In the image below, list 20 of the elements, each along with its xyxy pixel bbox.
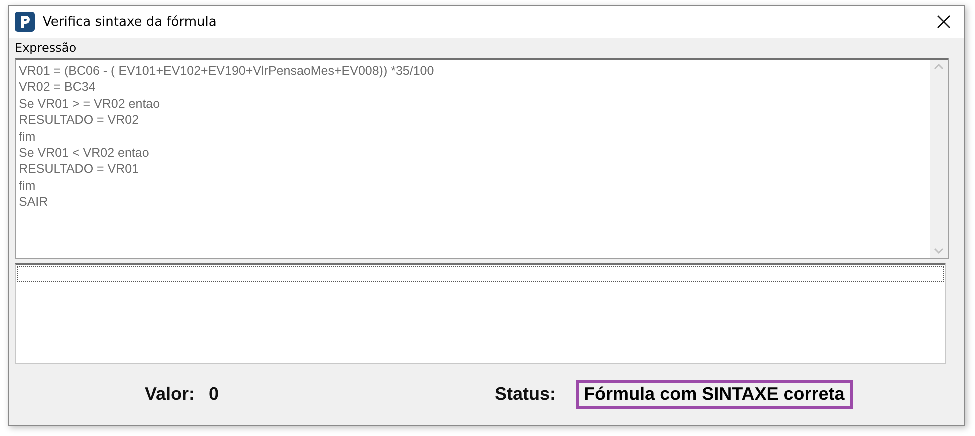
status-text: Fórmula com SINTAXE correta <box>576 380 853 409</box>
code-line: Se VR01 < VR02 entao <box>19 145 150 162</box>
value-text: 0 <box>209 384 220 405</box>
code-line: Se VR01 > = VR02 entao <box>19 96 162 112</box>
window-title: Verifica sintaxe da fórmula <box>43 14 218 30</box>
code-line: VR01 = (BC06 - ( EV101+EV102+EV190+VlrPensaoMes+EV008)) *35/100 <box>19 63 436 80</box>
expression-editor[interactable]: VR01 = (BC06 - ( EV101+EV102+EV190+VlrPensaoMes+EV008)) *35/100 VR02 = BC34 Se VR01 > = VR02 entao RESULTADO = VR02 fim Se VR01 < VR02 entao RESULTADO = VR01 fim SAIR <box>15 58 949 259</box>
code-line: RESULTADO = VR02 <box>19 112 140 129</box>
value-label: Valor: <box>145 384 196 405</box>
close-icon[interactable] <box>937 15 951 29</box>
status-label: Status: <box>495 384 556 405</box>
focus-row[interactable] <box>17 266 944 282</box>
result-list[interactable] <box>15 263 946 364</box>
expression-label: Expressão <box>15 40 78 56</box>
code-line: SAIR <box>19 194 50 211</box>
code-line: VR02 = BC34 <box>19 79 97 96</box>
app-logo-icon <box>15 12 35 32</box>
code-line: RESULTADO = VR01 <box>19 161 140 178</box>
code-line: fim <box>19 128 37 146</box>
code-line: fim <box>19 178 37 194</box>
